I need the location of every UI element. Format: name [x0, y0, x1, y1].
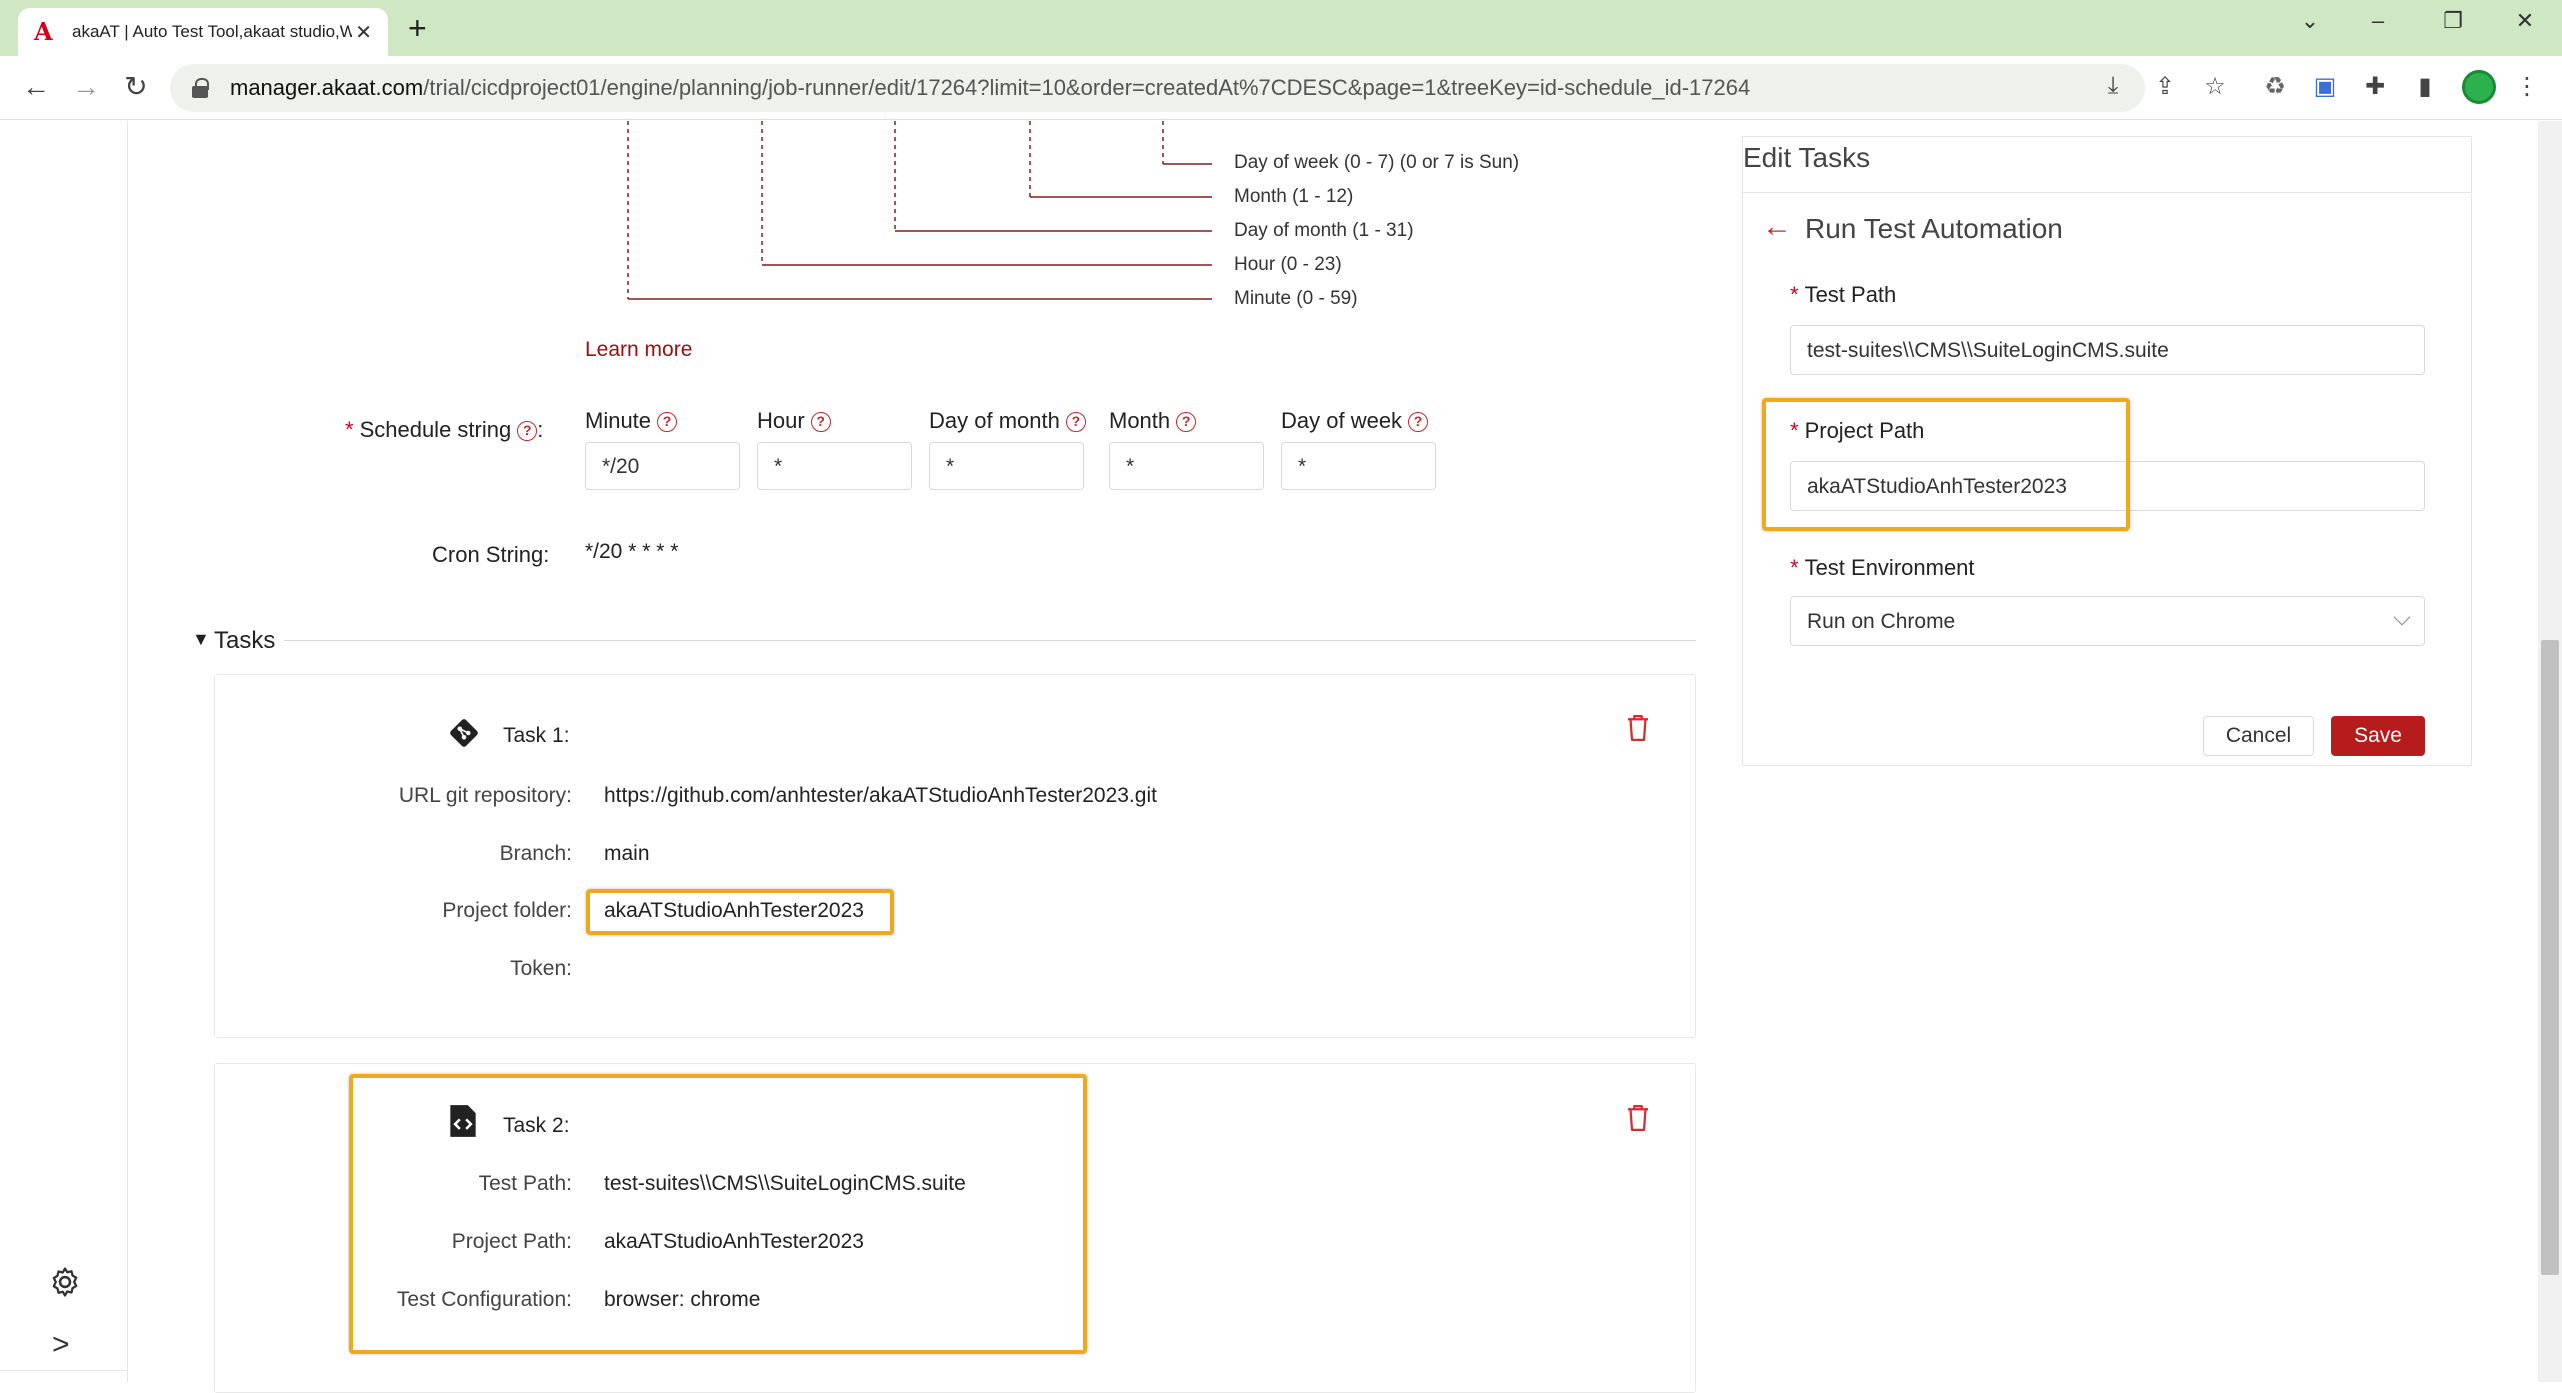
- test-path-label: Test Path:: [478, 1172, 572, 1195]
- bookmark-star-icon[interactable]: ☆: [2198, 72, 2232, 101]
- cron-legend-day-of-week: Day of week (0 - 7) (0 or 7 is Sun): [1234, 152, 1520, 173]
- url-git-repository-value: https://github.com/anhtester/akaATStudio…: [604, 784, 1157, 807]
- test-configuration-label: Test Configuration:: [396, 1288, 572, 1311]
- cron-string-label: Cron String:: [432, 542, 550, 567]
- share-icon[interactable]: ⇪: [2148, 72, 2182, 101]
- browser-tab-bar: A akaAT | Auto Test Tool,akaat studio,We…: [0, 0, 2562, 56]
- minute-label: Minute?: [585, 408, 678, 434]
- hour-input[interactable]: *: [757, 442, 912, 490]
- forward-icon[interactable]: →: [68, 70, 104, 104]
- browser-menu-icon[interactable]: ⋮: [2510, 72, 2544, 101]
- help-icon[interactable]: ?: [1176, 412, 1197, 432]
- tab-search-icon[interactable]: ⌄: [2290, 8, 2330, 34]
- project-folder-label: Project folder:: [442, 899, 572, 922]
- browser-toolbar: ← → ↻ manager.akaat.com/trial/cicdprojec…: [0, 56, 2562, 120]
- task-1-title: Task 1:: [503, 724, 570, 747]
- lock-icon: [192, 78, 209, 98]
- month-input[interactable]: *: [1109, 442, 1264, 490]
- tasks-collapse-icon[interactable]: ▼: [192, 629, 210, 650]
- branch-value: main: [604, 842, 650, 865]
- extensions-puzzle-icon[interactable]: ✚: [2358, 72, 2392, 101]
- tasks-title[interactable]: Tasks: [214, 627, 275, 655]
- akaat-logo-icon: A: [34, 17, 53, 46]
- expand-sidebar-icon[interactable]: >: [52, 1328, 70, 1362]
- project-path-value: akaATStudioAnhTester2023: [604, 1230, 864, 1253]
- project-path-label: Project Path:: [451, 1230, 572, 1253]
- cron-legend-day-of-month: Day of month (1 - 31): [1234, 220, 1414, 241]
- hour-label: Hour?: [757, 408, 831, 434]
- address-bar[interactable]: manager.akaat.com/trial/cicdproject01/en…: [170, 64, 2145, 112]
- day-of-month-input[interactable]: *: [929, 442, 1084, 490]
- cron-diagram: [627, 121, 1212, 300]
- help-icon[interactable]: ?: [657, 412, 678, 432]
- code-file-icon: [450, 1105, 476, 1137]
- run-test-automation-title: Run Test Automation: [1805, 213, 2063, 244]
- git-icon: [450, 719, 478, 747]
- branch-label: Branch:: [499, 842, 572, 865]
- cron-legend-minute: Minute (0 - 59): [1234, 288, 1358, 309]
- side-panel-icon[interactable]: ▮: [2408, 72, 2442, 101]
- learn-more-link[interactable]: Learn more: [585, 338, 692, 362]
- day-of-week-label: Day of week?: [1281, 408, 1429, 434]
- recycle-extension-icon[interactable]: ♻: [2258, 72, 2292, 101]
- save-button[interactable]: Save: [2331, 716, 2425, 756]
- chevron-down-icon: [2393, 608, 2411, 626]
- test-configuration-value: browser: chrome: [604, 1288, 761, 1311]
- restore-icon[interactable]: ❐: [2433, 8, 2473, 34]
- test-environment-select[interactable]: Run on Chrome: [1790, 596, 2425, 646]
- project-path-input[interactable]: akaATStudioAnhTester2023: [1790, 461, 2425, 511]
- cron-string-value: */20 * * * *: [585, 540, 679, 563]
- new-tab-button[interactable]: +: [408, 10, 427, 46]
- scrollbar-thumb[interactable]: [2541, 640, 2559, 1275]
- close-tab-icon[interactable]: ✕: [355, 20, 372, 45]
- sidebar-divider: [0, 1370, 128, 1371]
- back-icon[interactable]: ←: [18, 70, 54, 104]
- day-of-week-input[interactable]: *: [1281, 442, 1436, 490]
- install-app-icon[interactable]: ⤓: [2096, 72, 2130, 100]
- edit-tasks-title: Edit Tasks: [1743, 142, 1871, 173]
- window-close-icon[interactable]: ✕: [2505, 8, 2545, 34]
- cancel-button[interactable]: Cancel: [2203, 716, 2314, 756]
- project-path-field-label: * Project Path: [1790, 418, 1925, 443]
- project-folder-value: akaATStudioAnhTester2023: [604, 899, 864, 922]
- app-sidebar: >: [0, 121, 128, 1382]
- test-environment-field-label: * Test Environment: [1790, 555, 1975, 580]
- profile-avatar[interactable]: [2462, 70, 2496, 104]
- tasks-divider: [284, 640, 1696, 641]
- day-of-month-label: Day of month?: [929, 408, 1086, 434]
- token-label: Token:: [510, 957, 572, 980]
- minute-input[interactable]: */20: [585, 442, 740, 490]
- delete-task-2-trash-icon[interactable]: [1625, 1103, 1651, 1133]
- browser-tab[interactable]: A akaAT | Auto Test Tool,akaat studio,We…: [18, 8, 388, 56]
- reload-icon[interactable]: ↻: [118, 70, 154, 104]
- help-icon[interactable]: ?: [810, 412, 831, 432]
- back-arrow-icon[interactable]: ←: [1762, 210, 1792, 244]
- settings-gear-icon[interactable]: [48, 1265, 82, 1299]
- task-card-2: [214, 1063, 1696, 1393]
- task-2-title: Task 2:: [503, 1114, 570, 1137]
- cron-legend-month: Month (1 - 12): [1234, 186, 1354, 207]
- help-icon[interactable]: ?: [1065, 412, 1086, 432]
- schedule-string-label: * Schedule string?:: [345, 417, 544, 442]
- test-path-value: test-suites\\CMS\\SuiteLoginCMS.suite: [604, 1172, 966, 1195]
- url-git-repository-label: URL git repository:: [398, 784, 572, 807]
- cron-legend-hour: Hour (0 - 23): [1234, 254, 1342, 275]
- edit-panel-divider: [1742, 192, 2472, 193]
- month-label: Month?: [1109, 408, 1197, 434]
- test-path-input[interactable]: test-suites\\CMS\\SuiteLoginCMS.suite: [1790, 325, 2425, 375]
- test-path-field-label: * Test Path: [1790, 282, 1897, 307]
- help-icon[interactable]: ?: [1408, 412, 1429, 432]
- minimize-icon[interactable]: –: [2358, 8, 2398, 34]
- tab-title: akaAT | Auto Test Tool,akaat studio,Web: [72, 22, 352, 41]
- test-environment-selected-value: Run on Chrome: [1807, 610, 1956, 633]
- delete-task-1-trash-icon[interactable]: [1625, 713, 1651, 743]
- translate-extension-icon[interactable]: ▣: [2308, 72, 2342, 101]
- url-text: manager.akaat.com/trial/cicdproject01/en…: [230, 75, 1751, 100]
- help-icon[interactable]: ?: [517, 421, 538, 441]
